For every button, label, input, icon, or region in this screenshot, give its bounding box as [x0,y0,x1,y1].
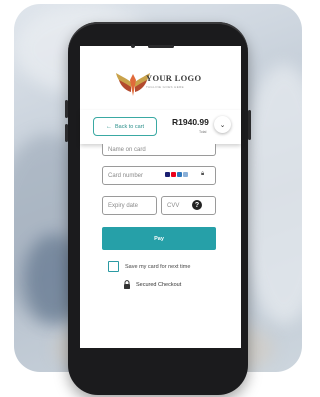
save-card-label: Save my card for next time [125,264,191,270]
name-on-card-field[interactable]: Name on card [102,144,216,156]
lock-icon: 🔒︎ [201,171,205,177]
phone-power-button [248,110,251,140]
chevron-down-icon: ⌄ [219,121,226,129]
pay-button[interactable]: Pay [102,227,216,250]
generic-card-icon [183,172,188,177]
phone-volume-button [65,124,68,142]
expand-summary-button[interactable]: ⌄ [214,116,231,133]
mastercard-icon [171,172,176,177]
expiry-date-field[interactable]: Expiry date [102,196,157,215]
phone-volume-button [65,100,68,118]
logo-text: YOUR LOGO [146,73,202,83]
padlock-icon [124,280,130,289]
card-number-field[interactable]: Card number [102,166,216,185]
camera-icon [131,44,135,48]
visa-card-icon [165,172,170,177]
total-label: Total [199,130,207,134]
cvv-placeholder: CVV [167,202,180,209]
help-icon[interactable]: ? [192,200,202,210]
save-card-checkbox[interactable] [108,261,119,272]
logo-tagline: TAGLINE GOES HERE [146,85,185,89]
card-brand-icons [165,172,188,177]
order-total-price: R1940.99 [172,117,209,127]
expiry-date-placeholder: Expiry date [108,202,139,209]
speaker-grille [148,45,174,48]
amex-card-icon [177,172,182,177]
back-to-cart-label: Back to cart [114,123,145,130]
name-on-card-placeholder: Name on card [108,146,146,153]
cvv-field[interactable]: CVV [161,196,216,215]
back-to-cart-button[interactable]: ← Back to cart [93,117,157,136]
back-arrow-icon: ← [105,123,112,130]
secured-checkout-label: Secured Checkout [136,282,182,288]
card-number-placeholder: Card number [108,172,144,179]
